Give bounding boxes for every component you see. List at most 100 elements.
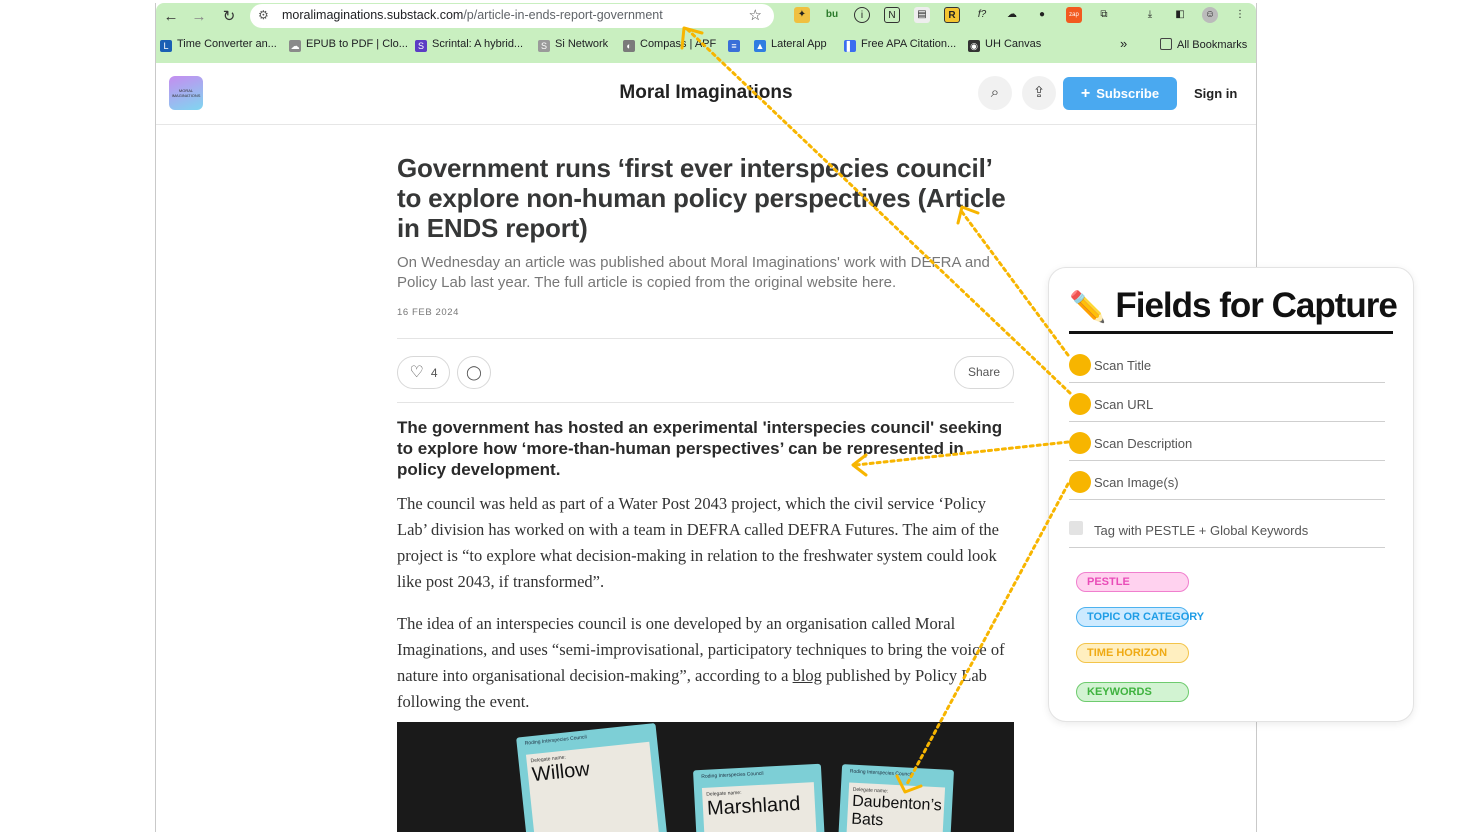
extension-icon[interactable]: i bbox=[854, 7, 870, 23]
bookmark-item[interactable]: L Time Converter an... bbox=[160, 38, 277, 52]
avatar[interactable]: ☺ bbox=[1202, 7, 1218, 23]
extension-icon[interactable]: bu bbox=[824, 7, 840, 23]
divider bbox=[1069, 331, 1393, 334]
bookmark-icon: ≡ bbox=[728, 40, 740, 52]
cloud-icon[interactable]: ☁ bbox=[1004, 7, 1020, 23]
bookmark-label: EPUB to PDF | Clo... bbox=[306, 38, 408, 50]
bookmark-item[interactable]: ▌ Free APA Citation... bbox=[844, 38, 956, 52]
all-bookmarks[interactable]: All Bookmarks bbox=[1160, 38, 1247, 51]
card-name: Daubenton’s Bats bbox=[850, 792, 943, 830]
extension-icon[interactable]: ● bbox=[1034, 7, 1050, 23]
capture-panel: ✏️ Fields for Capture Scan Title Scan URL… bbox=[1048, 267, 1414, 722]
article-paragraph: The idea of an interspecies council is o… bbox=[397, 611, 1017, 715]
tag-label: Tag with PESTLE + Global Keywords bbox=[1094, 523, 1309, 538]
sidepanel-icon[interactable]: ◧ bbox=[1172, 7, 1188, 23]
tag-checkbox[interactable] bbox=[1069, 521, 1083, 535]
bookmarks-bar: L Time Converter an... ☁ EPUB to PDF | Clo.… bbox=[156, 35, 1256, 57]
delegate-card: Roding Interspecies Council Delegate nam… bbox=[516, 723, 668, 832]
field-scan-images[interactable]: Scan Image(s) bbox=[1069, 461, 1385, 500]
article-date: 16 FEB 2024 bbox=[397, 307, 460, 318]
field-label: Scan Image(s) bbox=[1094, 475, 1179, 490]
folder-icon bbox=[1160, 38, 1172, 50]
card-council: Roding Interspecies Council bbox=[849, 768, 913, 778]
bookmark-item[interactable]: S Scrintal: A hybrid... bbox=[415, 38, 523, 52]
like-button[interactable]: ♡ 4 bbox=[397, 356, 450, 389]
article-title: Government runs ‘first ever interspecies… bbox=[397, 153, 1006, 243]
subscribe-button[interactable]: + Subscribe bbox=[1063, 77, 1177, 110]
share-icon[interactable]: ⇪ bbox=[1022, 76, 1056, 110]
blog-link[interactable]: blog bbox=[793, 666, 822, 685]
bookmark-label: Scrintal: A hybrid... bbox=[432, 38, 524, 50]
bookmark-label: Compass | APF bbox=[640, 38, 717, 50]
share-button[interactable]: Share bbox=[954, 356, 1014, 389]
article-actions: ♡ 4 ◯ Share bbox=[397, 356, 1014, 389]
card-council: Roding Interspecies Council bbox=[701, 770, 764, 780]
bookmark-label: Free APA Citation... bbox=[861, 38, 957, 50]
delegate-card: Roding Interspecies Council Delegate nam… bbox=[837, 764, 955, 832]
divider bbox=[397, 338, 1014, 339]
field-label: Scan Description bbox=[1094, 436, 1193, 451]
menu-icon[interactable]: ⋮ bbox=[1232, 7, 1248, 23]
bookmark-item[interactable]: ▲ Lateral App bbox=[754, 38, 827, 52]
download-icon[interactable]: ⤓ bbox=[1142, 7, 1158, 23]
field-dot bbox=[1069, 393, 1091, 415]
all-bookmarks-label: All Bookmarks bbox=[1177, 39, 1248, 51]
bookmark-label: UH Canvas bbox=[985, 38, 1042, 50]
article: Government runs ‘first ever interspecies… bbox=[397, 153, 1017, 711]
card-name: Marshland bbox=[706, 792, 801, 820]
more-bookmarks-icon[interactable]: » bbox=[1120, 36, 1127, 51]
bookmark-icon: ◉ bbox=[968, 40, 980, 52]
bookmark-icon: ▲ bbox=[754, 40, 766, 52]
chip-keywords[interactable]: KEYWORDS bbox=[1076, 682, 1189, 702]
plus-icon: + bbox=[1080, 85, 1091, 102]
bookmark-item[interactable]: ◐ Compass | APF bbox=[623, 38, 716, 52]
extension-icon[interactable]: R bbox=[944, 7, 960, 23]
bookmark-icon: S bbox=[415, 40, 427, 52]
bookmark-icon: ▌ bbox=[844, 40, 856, 52]
subscribe-label: Subscribe bbox=[1096, 86, 1160, 101]
forward-icon[interactable]: → bbox=[188, 6, 210, 28]
panel-title: ✏️ Fields for Capture bbox=[1069, 286, 1399, 326]
panel-title-text: Fields for Capture bbox=[1115, 286, 1397, 325]
tag-option[interactable]: Tag with PESTLE + Global Keywords bbox=[1069, 509, 1385, 548]
bookmark-label: Time Converter an... bbox=[177, 38, 277, 50]
site-info-icon[interactable]: ⚙ bbox=[258, 8, 269, 22]
notion-icon[interactable]: N bbox=[884, 7, 900, 23]
extension-icon[interactable]: zap bbox=[1066, 7, 1082, 23]
bookmark-item[interactable]: ☁ EPUB to PDF | Clo... bbox=[289, 38, 408, 52]
bookmark-icon: S bbox=[538, 40, 550, 52]
field-scan-url[interactable]: Scan URL bbox=[1069, 383, 1385, 422]
reload-icon[interactable]: ↻ bbox=[218, 6, 240, 28]
extension-icon[interactable]: ▤ bbox=[914, 7, 930, 23]
field-dot bbox=[1069, 432, 1091, 454]
field-label: Scan Title bbox=[1094, 358, 1152, 373]
field-scan-description[interactable]: Scan Description bbox=[1069, 422, 1385, 461]
browser-toolbar: ← → ↻ ⚙ moralimaginations.substack.com/p… bbox=[156, 3, 1256, 63]
search-icon[interactable]: ⌕ bbox=[978, 76, 1012, 110]
article-paragraph: The council was held as part of a Water … bbox=[397, 494, 1000, 591]
url-text[interactable]: moralimaginations.substack.com/p/article… bbox=[282, 8, 663, 22]
url-host: moralimaginations.substack.com bbox=[282, 8, 464, 22]
puzzle-icon[interactable]: ⧉ bbox=[1096, 7, 1112, 23]
article-lede: The government has hosted an experimenta… bbox=[397, 418, 1003, 479]
chip-time-horizon[interactable]: TIME HORIZON bbox=[1076, 643, 1189, 663]
bookmark-icon: L bbox=[160, 40, 172, 52]
bookmark-label: Si Network bbox=[555, 38, 609, 50]
field-scan-title[interactable]: Scan Title bbox=[1069, 344, 1385, 383]
extension-icon[interactable]: f? bbox=[974, 7, 990, 23]
comment-button[interactable]: ◯ bbox=[457, 356, 491, 389]
chip-topic[interactable]: TOPIC OR CATEGORY bbox=[1076, 607, 1204, 627]
back-icon[interactable]: ← bbox=[160, 6, 182, 28]
chip-pestle[interactable]: PESTLE bbox=[1076, 572, 1189, 592]
divider bbox=[397, 402, 1014, 403]
bookmark-item[interactable]: ≡ bbox=[728, 38, 745, 52]
address-bar[interactable]: ⚙ moralimaginations.substack.com/p/artic… bbox=[250, 4, 774, 28]
extension-icon[interactable]: ✦ bbox=[794, 7, 810, 23]
bookmark-item[interactable]: S Si Network bbox=[538, 38, 608, 52]
bookmark-star-icon[interactable]: ☆ bbox=[749, 6, 762, 24]
bookmark-item[interactable]: ◉ UH Canvas bbox=[968, 38, 1041, 52]
site-header: MORAL IMAGINATIONS Moral Imaginations ⌕ … bbox=[156, 63, 1256, 125]
card-council: Roding Interspecies Council bbox=[524, 734, 588, 747]
sign-in-link[interactable]: Sign in bbox=[1194, 86, 1237, 101]
heart-icon: ♡ bbox=[409, 364, 424, 381]
